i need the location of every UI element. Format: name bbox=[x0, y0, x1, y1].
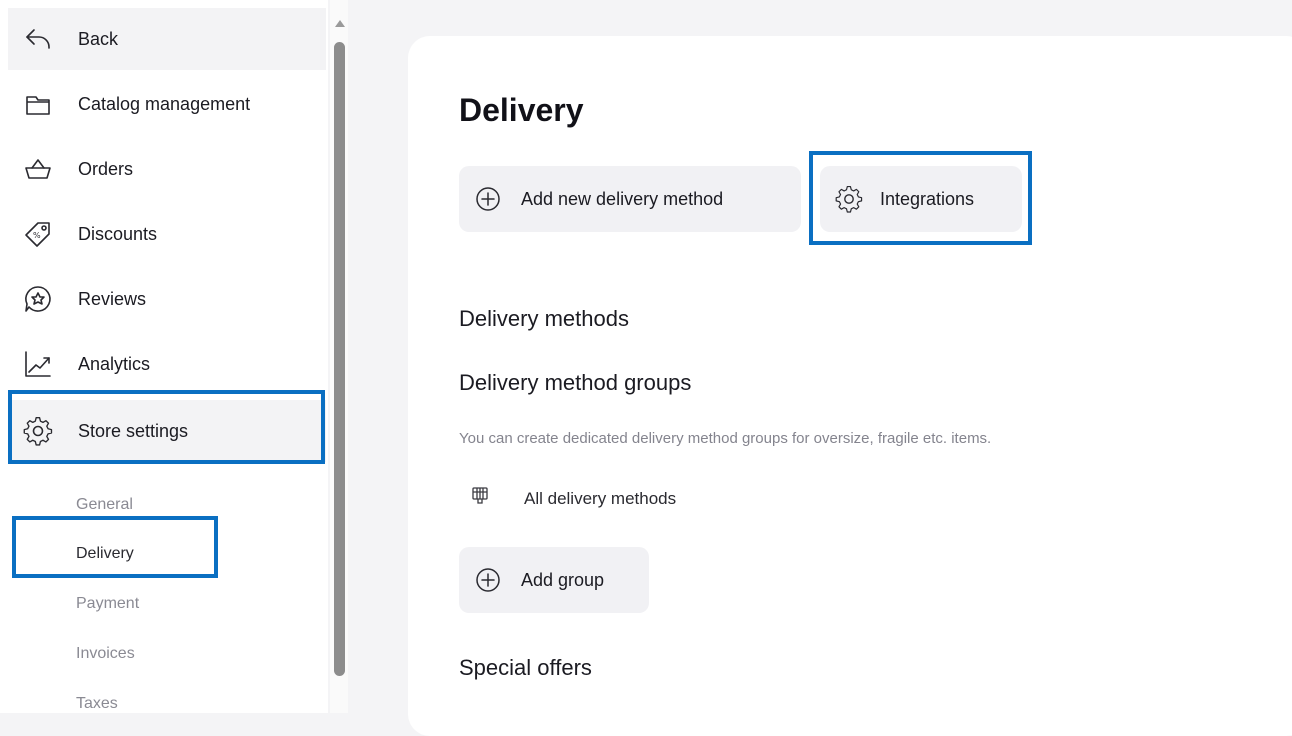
groups-description: You can create dedicated delivery method… bbox=[459, 430, 992, 447]
page-title: Delivery bbox=[459, 92, 584, 128]
sidebar-item-orders[interactable]: Orders bbox=[8, 138, 326, 200]
subnav-taxes[interactable]: Taxes bbox=[76, 695, 118, 713]
star-chat-icon bbox=[22, 283, 54, 315]
integrations-label: Integrations bbox=[880, 188, 975, 209]
group-label: All delivery methods bbox=[524, 488, 677, 508]
sidebar-item-store-settings[interactable]: Store settings bbox=[8, 400, 326, 462]
basket-icon bbox=[22, 153, 54, 185]
sidebar-item-discounts[interactable]: % Discounts bbox=[8, 203, 326, 265]
back-label: Back bbox=[78, 28, 119, 49]
plus-circle-icon bbox=[473, 565, 503, 595]
add-group-button[interactable]: Add group bbox=[459, 547, 649, 613]
tag-icon: % bbox=[22, 218, 54, 250]
gear-icon bbox=[834, 184, 864, 214]
sidebar-item-label: Discounts bbox=[78, 223, 158, 244]
sidebar: Back Catalog management Orders % Discoun… bbox=[0, 0, 328, 713]
integrations-button[interactable]: Integrations bbox=[820, 166, 1022, 232]
subnav-payment[interactable]: Payment bbox=[76, 595, 139, 613]
subnav-general[interactable]: General bbox=[76, 496, 133, 514]
add-group-label: Add group bbox=[521, 569, 605, 590]
sidebar-item-label: Reviews bbox=[78, 288, 147, 309]
scroll-up-arrow-icon[interactable] bbox=[335, 20, 345, 27]
all-delivery-methods-group[interactable]: All delivery methods bbox=[470, 486, 676, 511]
scrollbar-thumb[interactable] bbox=[334, 42, 345, 676]
plus-circle-icon bbox=[473, 184, 503, 214]
sidebar-item-label: Store settings bbox=[78, 420, 189, 441]
sidebar-item-label: Orders bbox=[78, 158, 134, 179]
sidebar-item-analytics[interactable]: Analytics bbox=[8, 333, 326, 395]
subnav-delivery[interactable]: Delivery bbox=[76, 545, 134, 563]
sidebar-item-label: Catalog management bbox=[78, 93, 251, 114]
delivery-method-groups-heading: Delivery method groups bbox=[459, 370, 692, 395]
sidebar-item-label: Analytics bbox=[78, 353, 151, 374]
chart-icon bbox=[22, 348, 54, 380]
sidebar-item-catalog-management[interactable]: Catalog management bbox=[8, 73, 326, 135]
back-button[interactable]: Back bbox=[8, 8, 326, 70]
subnav-invoices[interactable]: Invoices bbox=[76, 645, 135, 663]
folder-icon bbox=[22, 88, 54, 120]
special-offers-heading: Special offers bbox=[459, 655, 592, 680]
add-delivery-method-button[interactable]: Add new delivery method bbox=[459, 166, 801, 232]
svg-text:%: % bbox=[33, 231, 41, 240]
back-arrow-icon bbox=[22, 23, 54, 55]
sidebar-item-reviews[interactable]: Reviews bbox=[8, 268, 326, 330]
delivery-methods-heading: Delivery methods bbox=[459, 306, 629, 331]
gear-icon bbox=[22, 415, 54, 447]
add-delivery-method-label: Add new delivery method bbox=[521, 188, 724, 209]
group-icon bbox=[470, 486, 490, 511]
